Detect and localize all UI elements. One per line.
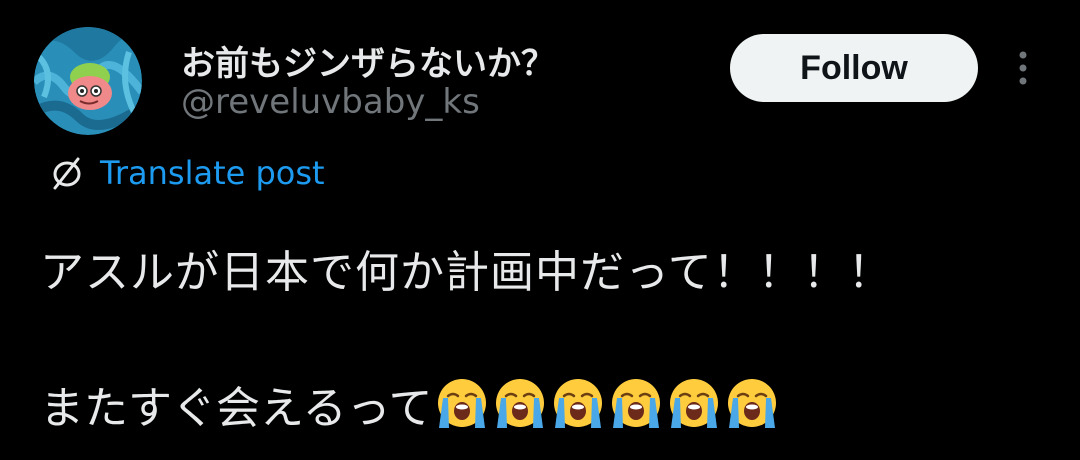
post-text-line-1: アスルが日本で何か計画中だって！！！！ — [40, 247, 893, 298]
avatar-image — [34, 27, 142, 135]
emoji-row — [434, 376, 782, 432]
avatar[interactable] — [34, 27, 142, 135]
user-handle[interactable]: @reveluvbaby_ks — [181, 82, 480, 122]
loudly-crying-face-icon — [492, 376, 548, 432]
post-text-line-2-text: またすぐ会えるって — [40, 383, 433, 434]
post-text-line-2: またすぐ会えるって — [40, 372, 782, 436]
more-options-icon[interactable] — [1008, 48, 1038, 88]
display-name[interactable]: お前もジンザらないか？ — [181, 36, 555, 85]
loudly-crying-face-icon — [608, 376, 664, 432]
translate-post-label: Translate post — [100, 154, 325, 192]
loudly-crying-face-icon — [550, 376, 606, 432]
loudly-crying-face-icon — [724, 376, 780, 432]
globe-icon — [47, 153, 87, 193]
loudly-crying-face-icon — [434, 376, 490, 432]
translate-post-link[interactable]: Translate post — [47, 153, 325, 193]
follow-button[interactable]: Follow — [730, 34, 978, 102]
loudly-crying-face-icon — [666, 376, 722, 432]
